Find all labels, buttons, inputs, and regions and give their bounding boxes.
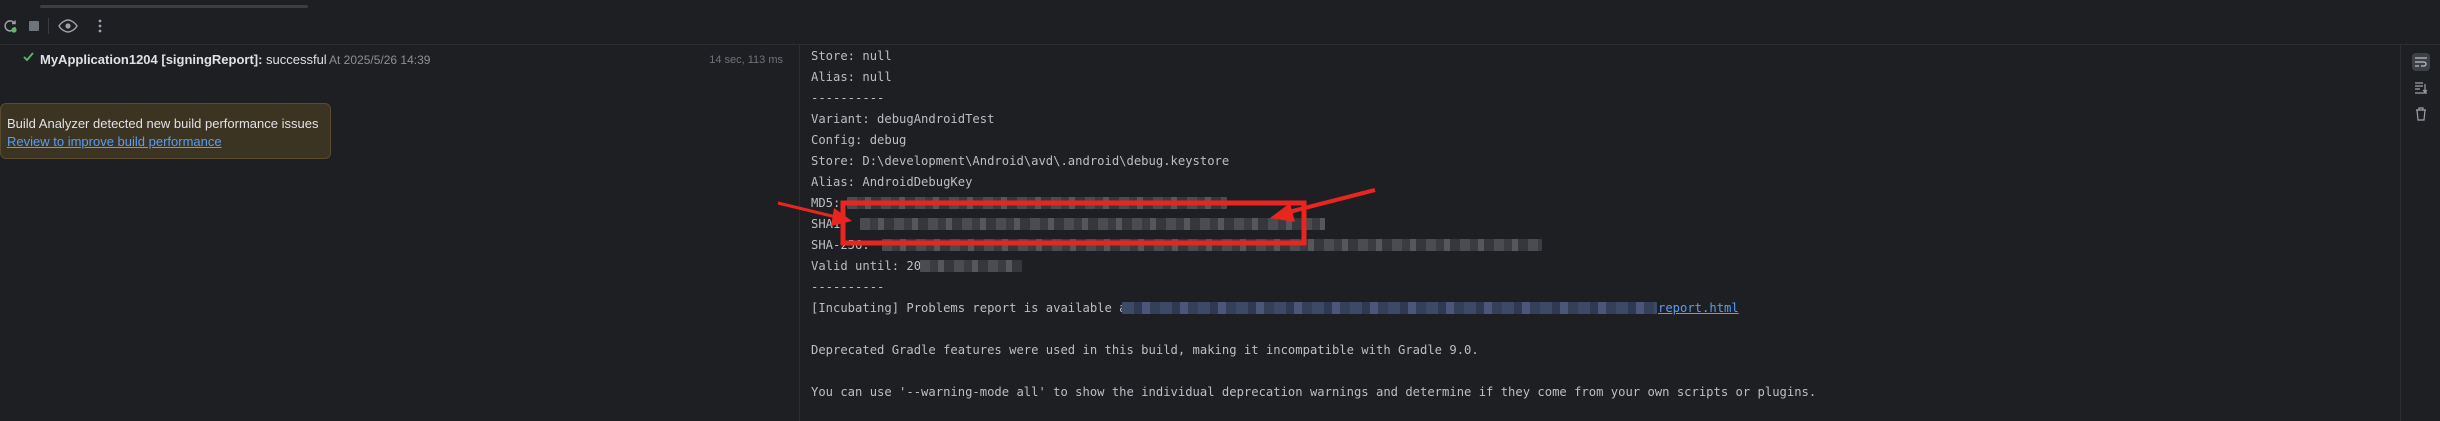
build-analyzer-notification: Build Analyzer detected new build perfor…	[0, 103, 331, 159]
console-line-sha1: SHA1:	[811, 214, 855, 234]
build-tree-row[interactable]: MyApplication1204 [signingReport]: succe…	[0, 48, 799, 72]
eye-icon[interactable]	[56, 16, 80, 36]
sha1-label: SHA1:	[811, 217, 856, 231]
console-line: Store: null	[811, 49, 892, 63]
sha256-label: SHA-256:	[811, 238, 878, 252]
stop-icon[interactable]	[24, 16, 44, 36]
console-line: Variant: debugAndroidTest	[811, 112, 995, 126]
console-line: ----------	[811, 280, 885, 294]
notification-text: Build Analyzer detected new build perfor…	[7, 116, 319, 131]
console-line: Alias: null	[811, 70, 892, 84]
rerun-icon[interactable]	[0, 16, 20, 36]
valid-until-label: Valid until: 20	[811, 259, 922, 273]
task-time: At 2025/5/26 14:39	[329, 53, 431, 67]
more-options-icon[interactable]	[90, 16, 110, 36]
redacted-md5	[847, 197, 1227, 209]
console-line: Deprecated Gradle features were used in …	[811, 343, 1479, 357]
task-title: MyApplication1204 [signingReport]:	[40, 52, 263, 67]
checkmark-icon	[22, 50, 35, 67]
md5-label: MD5:	[811, 196, 841, 210]
problems-label: [Incubating] Problems report is availabl…	[811, 301, 1142, 315]
console-line: ----------	[811, 91, 885, 105]
console-line-valid: Valid until: 20	[811, 256, 921, 276]
problems-report-link[interactable]: report.html	[1658, 298, 1739, 318]
review-performance-link[interactable]: Review to improve build performance	[7, 134, 222, 149]
build-tree-panel: MyApplication1204 [signingReport]: succe…	[0, 45, 799, 421]
console-line-sha256: SHA-256:	[811, 235, 877, 255]
console-line: Store: D:\development\Android\avd\.andro…	[811, 154, 1230, 168]
redacted-report-path	[1122, 302, 1657, 314]
progress-bar	[40, 5, 308, 8]
redacted-valid-until	[920, 260, 1022, 272]
scroll-to-end-icon[interactable]	[2412, 79, 2430, 97]
console-line-md5: MD5:	[811, 193, 840, 213]
redacted-sha1	[860, 218, 1325, 230]
console-line: You can use '--warning-mode all' to show…	[811, 385, 1817, 399]
build-toolbar	[0, 0, 2440, 45]
task-status: successful	[266, 52, 327, 67]
console-line: Config: debug	[811, 133, 907, 147]
redacted-sha256	[882, 239, 1542, 251]
console-output[interactable]: Store: null Alias: null ---------- Varia…	[800, 45, 2400, 421]
console-line: Alias: AndroidDebugKey	[811, 175, 973, 189]
toolbar-divider	[48, 18, 49, 34]
soft-wrap-icon[interactable]	[2412, 53, 2430, 71]
console-tool-strip	[2400, 45, 2440, 421]
console-line-problems: [Incubating] Problems report is availabl…	[811, 298, 1141, 318]
task-duration: 14 sec, 113 ms	[709, 54, 783, 66]
clear-all-icon[interactable]	[2412, 105, 2430, 123]
